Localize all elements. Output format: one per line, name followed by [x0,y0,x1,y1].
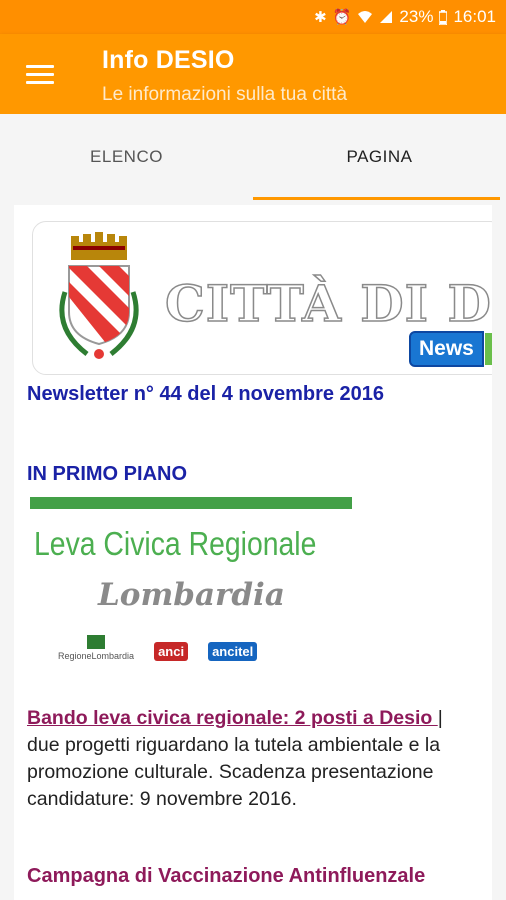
section-title: IN PRIMO PIANO [27,463,188,485]
alarm-icon: ⏰ [332,9,352,26]
tab-bar: ELENCO PAGINA [0,114,506,200]
newsletter-title: Newsletter n° 44 del 4 novembre 2016 [27,383,385,405]
regione-lombardia-logo: RegioneLombardia [58,635,134,661]
anci-logo: anci [154,642,189,661]
content-card: CITTÀ DI DES News Newsletter n° 44 del 4… [14,205,492,900]
city-crest-icon [59,232,139,359]
tab-pagina[interactable]: PAGINA [253,114,506,200]
status-bar: ✱ ⏰ 23% 16:01 [0,0,506,34]
news-badge-accent [485,333,492,365]
article-link-bando[interactable]: Bando leva civica regionale: 2 posti a D… [27,707,438,729]
bluetooth-icon: ✱ [314,9,327,26]
wifi-icon [357,10,373,24]
news-badge: News [409,331,484,367]
article-link-vaccinazione[interactable]: Campagna di Vaccinazione Antinfluenzale [27,865,425,888]
app-subtitle: Le informazioni sulla tua città [102,84,348,105]
battery-percentage: 23% [399,7,434,26]
article-body: due progetti riguardano la tutela ambien… [27,734,441,810]
partner-logos: RegioneLombardia anci ancitel [58,635,258,661]
hamburger-menu-icon[interactable] [26,65,54,85]
image-subtitle: Lombardia [98,577,285,613]
app-bar: Info DESIO Le informazioni sulla tua cit… [0,34,506,114]
app-title: Info DESIO [102,46,235,74]
clock-time: 16:01 [453,7,496,26]
city-banner: CITTÀ DI DES News [32,221,492,375]
banner-title: CITTÀ DI DES [164,273,492,334]
article-leva-civica: Bando leva civica regionale: 2 posti a D… [27,705,479,813]
battery-icon [439,9,448,25]
image-green-bar [30,497,352,509]
signal-icon [379,10,393,24]
ancitel-logo: ancitel [208,642,258,661]
leva-civica-image: Leva Civica Regionale Lombardia RegioneL… [30,497,356,677]
article-separator: | [437,707,443,729]
tab-elenco[interactable]: ELENCO [0,114,253,200]
image-title: Leva Civica Regionale [34,525,317,562]
